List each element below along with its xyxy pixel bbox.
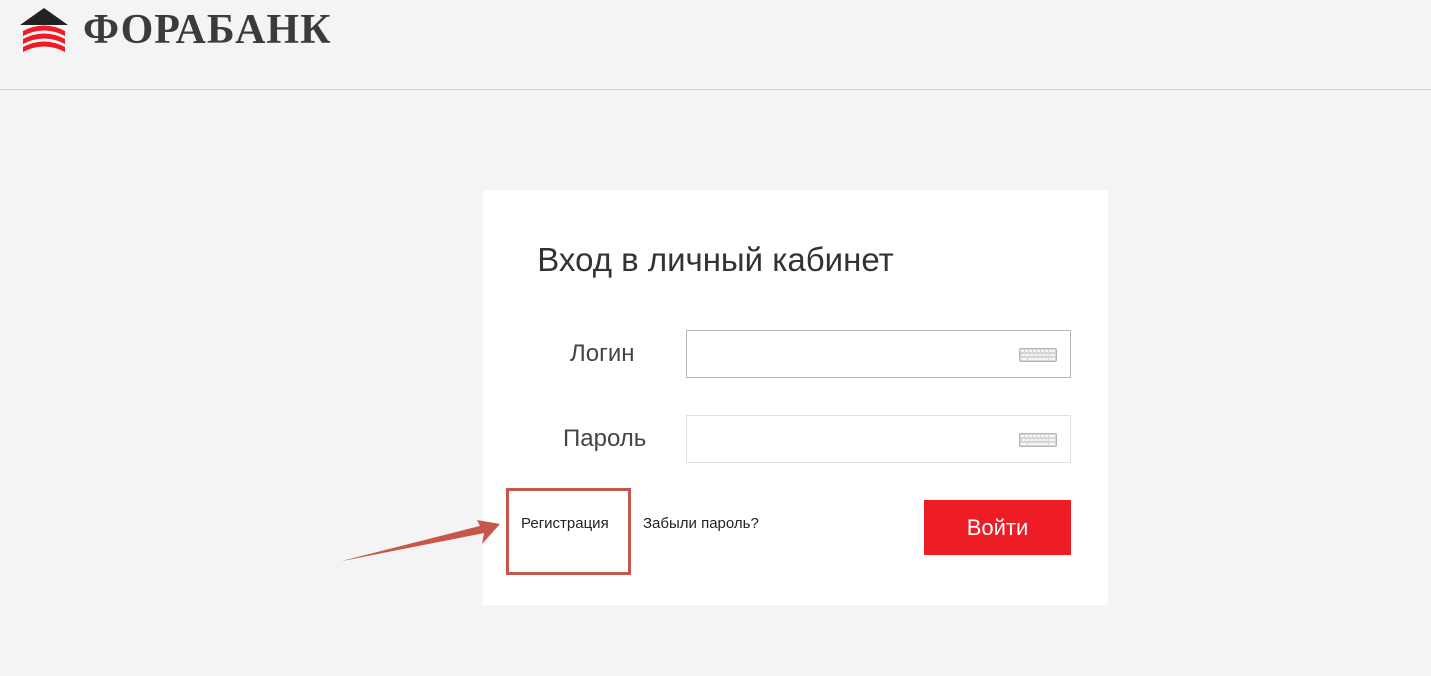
- keyboard-icon[interactable]: [1019, 348, 1057, 362]
- login-field[interactable]: [686, 330, 1071, 378]
- password-label: Пароль: [563, 425, 647, 452]
- keyboard-icon[interactable]: [1019, 433, 1057, 447]
- login-button[interactable]: Войти: [924, 500, 1071, 555]
- forgot-password-link[interactable]: Забыли пароль?: [643, 514, 759, 534]
- register-link[interactable]: Регистрация: [521, 514, 609, 534]
- login-title: Вход в личный кабинет: [537, 241, 894, 278]
- brand-name: ФОРАБАНК: [83, 7, 332, 53]
- login-input[interactable]: [687, 331, 1031, 377]
- forabank-logo-icon: [20, 8, 68, 52]
- password-input[interactable]: [687, 416, 1031, 462]
- login-label: Логин: [570, 340, 635, 367]
- password-field[interactable]: [686, 415, 1071, 463]
- bank-logo[interactable]: ФОРАБАНК: [20, 6, 332, 54]
- page-header: ФОРАБАНК: [0, 0, 1431, 90]
